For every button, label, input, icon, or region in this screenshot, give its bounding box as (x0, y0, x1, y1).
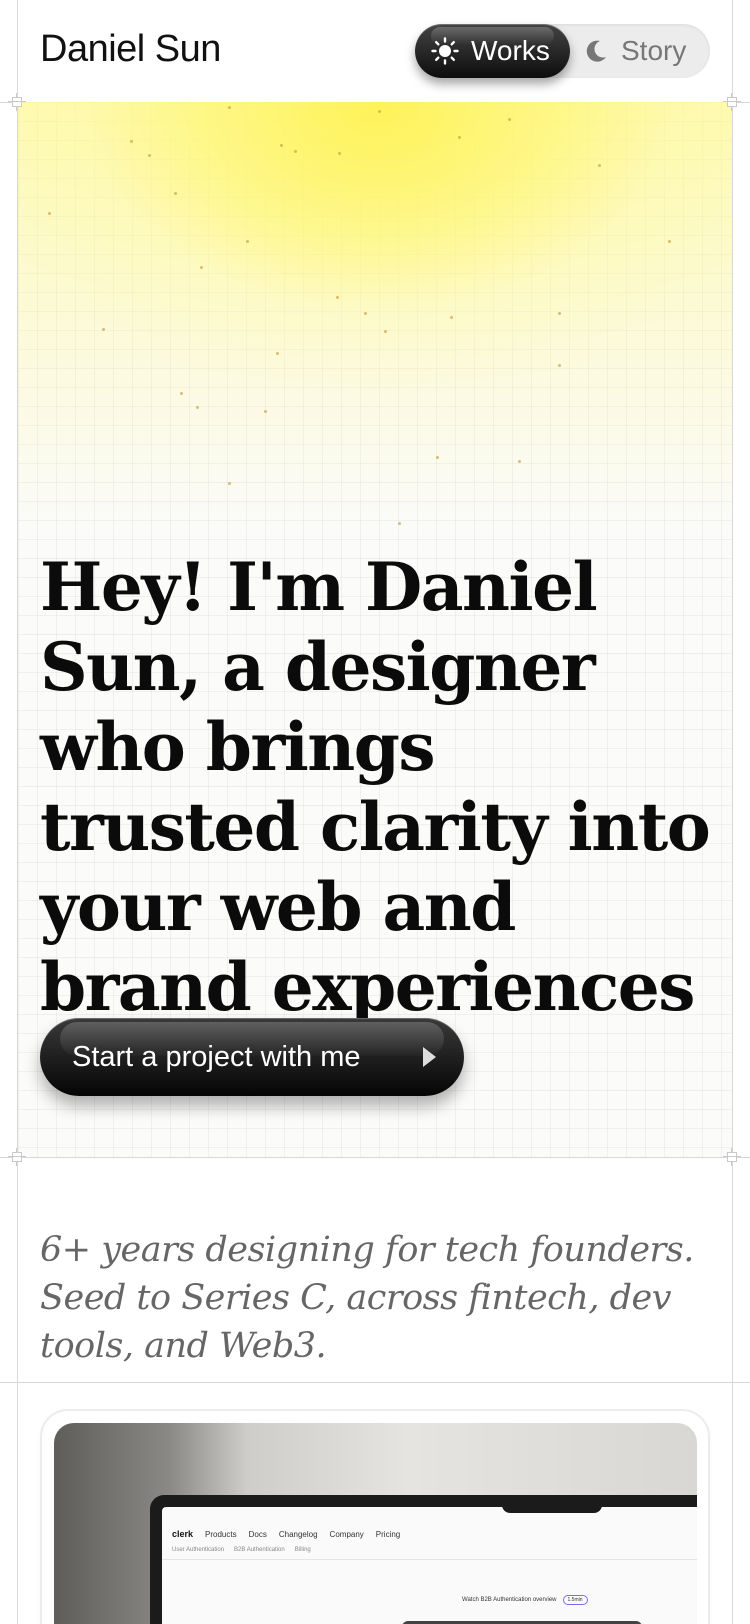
mock-video-pill: Watch B2B Authentication overview 1.5min (462, 1595, 588, 1605)
mock-pill-text: Watch B2B Authentication overview (462, 1597, 557, 1603)
works-toggle-label: Works (471, 35, 550, 66)
mock-logo: clerk (172, 1529, 194, 1539)
corner-marker (723, 93, 741, 111)
corner-marker (8, 1148, 26, 1166)
project-thumbnail[interactable]: clerk Products Docs Changelog Company Pr… (54, 1423, 697, 1624)
story-toggle-option[interactable]: Story (583, 24, 686, 78)
laptop-screen: clerk Products Docs Changelog Company Pr… (162, 1507, 697, 1624)
sun-icon (431, 37, 459, 65)
mock-nav-item: Company (329, 1529, 364, 1539)
mock-nav-item: Pricing (375, 1529, 401, 1539)
hero-glow-overlay (18, 102, 732, 532)
story-toggle-label: Story (621, 35, 687, 66)
mock-subnav: User Authentication B2B Authentication B… (172, 1547, 311, 1553)
mock-pill-badge: 1.5min (562, 1595, 588, 1605)
project-card[interactable]: clerk Products Docs Changelog Company Pr… (40, 1409, 710, 1624)
mock-subnav-item: Billing (294, 1547, 311, 1553)
frame-guide-right (732, 0, 733, 1624)
mock-divider (162, 1559, 697, 1560)
mock-subnav-item: B2B Authentication (234, 1547, 285, 1553)
hero-section: Hey! I'm Daniel Sun, a designer who brin… (18, 102, 732, 1157)
moon-icon (583, 38, 609, 64)
mock-subnav-item: User Authentication (172, 1547, 225, 1553)
corner-marker (723, 1148, 741, 1166)
intro-section: 6+ years designing for tech founders. Se… (18, 1158, 732, 1382)
laptop-mockup: clerk Products Docs Changelog Company Pr… (150, 1495, 697, 1624)
mock-nav: clerk Products Docs Changelog Company Pr… (172, 1529, 400, 1539)
laptop-notch (502, 1507, 602, 1513)
works-toggle-option[interactable]: Works (415, 24, 570, 78)
intro-text: 6+ years designing for tech founders. Se… (40, 1230, 694, 1366)
corner-marker (8, 93, 26, 111)
site-logo[interactable]: Daniel Sun (40, 28, 221, 71)
play-arrow-icon (423, 1047, 436, 1067)
work-section: clerk Products Docs Changelog Company Pr… (18, 1383, 732, 1624)
hero-headline: Hey! I'm Daniel Sun, a designer who brin… (40, 548, 711, 1026)
mock-nav-item: Changelog (278, 1529, 318, 1539)
mock-nav-item: Products (205, 1529, 237, 1539)
mock-nav-item: Docs (248, 1529, 267, 1539)
start-project-label: Start a project with me (72, 1040, 361, 1073)
start-project-button[interactable]: Start a project with me (40, 1018, 464, 1096)
site-header: Daniel Sun Works Story (18, 0, 732, 102)
theme-toggle[interactable]: Works Story (415, 24, 710, 78)
